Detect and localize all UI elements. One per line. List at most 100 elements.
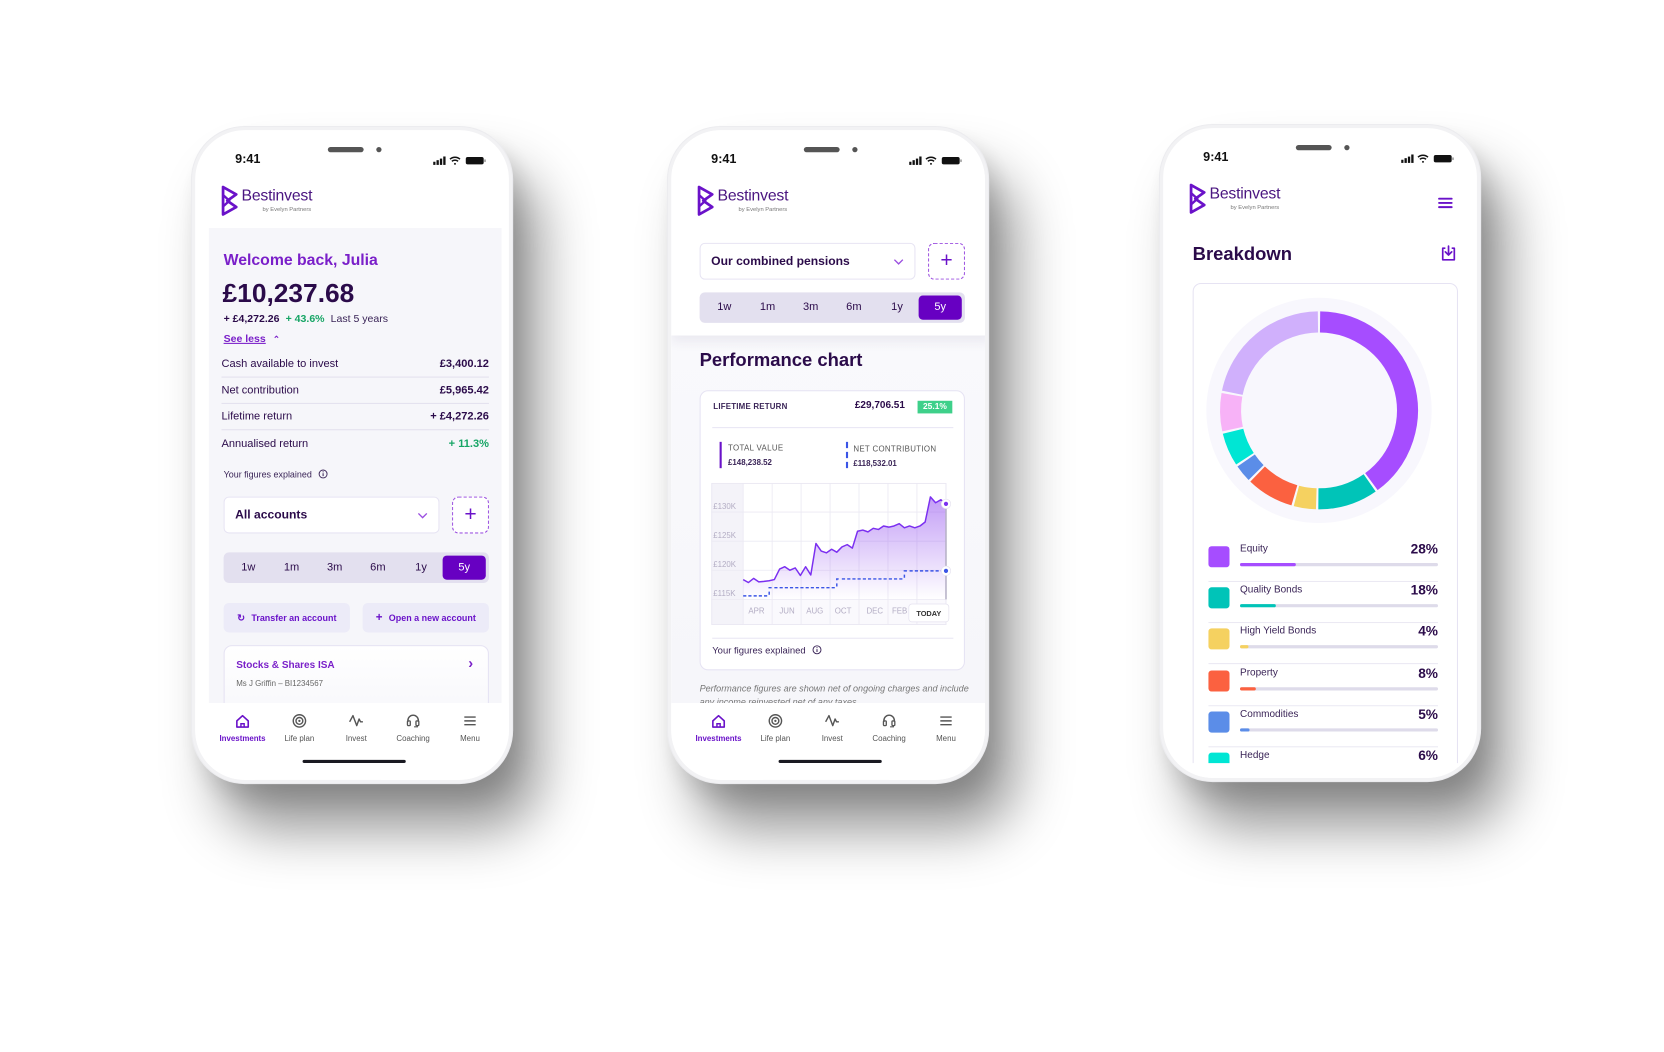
period-6m[interactable]: 6m: [832, 295, 875, 319]
donut-segment[interactable]: [1220, 392, 1243, 432]
speaker-notch: [327, 147, 364, 153]
add-account-button[interactable]: +: [452, 496, 489, 534]
download-button[interactable]: [1439, 244, 1458, 263]
battery-icon: [465, 157, 486, 165]
brand-logo[interactable]: Bestinvest by Evelyn Partners: [1188, 183, 1289, 217]
period-5y[interactable]: 5y: [442, 555, 486, 580]
chevron-down-icon: [893, 255, 904, 268]
nav-item-label: Invest: [345, 733, 367, 744]
home-icon: [689, 711, 748, 730]
change-amount: + £4,272.26: [223, 313, 280, 325]
pension-select[interactable]: Our combined pensions: [699, 242, 916, 280]
total-value-end-dot: [943, 501, 949, 506]
nav-item-label: Coaching: [872, 733, 906, 744]
donut-segment[interactable]: [1293, 485, 1317, 510]
brand-logo[interactable]: Bestinvest by Evelyn Partners: [220, 185, 321, 219]
legend-bar-fill: [1240, 686, 1256, 691]
period-1w[interactable]: 1w: [703, 295, 746, 319]
donut-segment[interactable]: [1222, 428, 1254, 465]
legend-label: Commodities: [1240, 708, 1299, 720]
transfer-account-label: Transfer an account: [251, 612, 337, 623]
target-icon: [270, 711, 329, 730]
legend-percent: 18%: [1410, 582, 1438, 598]
total-value-label: TOTAL VALUE: [728, 442, 784, 453]
figures-explained-link[interactable]: Your figures explained: [712, 644, 822, 658]
battery-icon: [941, 157, 962, 165]
legend-bar-fill: [1240, 563, 1296, 567]
net-contribution-legend-bar: [845, 441, 849, 469]
brand-logo[interactable]: Bestinvest by Evelyn Partners: [696, 185, 797, 219]
legend-row-equity[interactable]: Equity 28%: [1208, 541, 1438, 583]
home-icon: [213, 711, 272, 730]
download-icon: [1441, 245, 1456, 261]
legend-row-commodities[interactable]: Commodities 5%: [1208, 706, 1438, 748]
legend-label: Hedge: [1240, 749, 1270, 762]
legend-label: Equity: [1240, 543, 1268, 555]
period-1y[interactable]: 1y: [399, 556, 442, 580]
period-1w[interactable]: 1w: [227, 556, 270, 580]
x-tick-label: AUG: [806, 606, 823, 615]
period-3m[interactable]: 3m: [789, 295, 832, 319]
performance-chart[interactable]: £130K £125K £120K £115K APR JUN AUG OCT DEC FEB TO…: [711, 482, 953, 626]
legend-percent: 4%: [1418, 623, 1438, 640]
menu-icon: [1438, 197, 1453, 209]
open-account-button[interactable]: + Open a new account: [362, 602, 489, 633]
chevron-up-icon: ⌃: [272, 334, 280, 344]
nav-item-investments[interactable]: Investments: [689, 711, 748, 743]
legend-row-property[interactable]: Property 8%: [1208, 665, 1438, 706]
nav-item-menu[interactable]: Menu: [917, 711, 976, 743]
legend-row-high-yield-bonds[interactable]: High Yield Bonds 4%: [1208, 623, 1438, 665]
plus-icon: +: [375, 611, 383, 625]
legend-bar-track: [1240, 645, 1438, 649]
period-1m[interactable]: 1m: [270, 556, 313, 580]
nav-item-label: Investments: [219, 733, 266, 744]
phone-breakdown: 9:41 Bestinvest by Evelyn Partners Breakd…: [1160, 125, 1481, 782]
account-select[interactable]: All accounts: [223, 496, 440, 534]
plus-icon: +: [464, 502, 477, 527]
see-less-link[interactable]: See less ⌃: [224, 332, 280, 346]
breakdown-donut-chart[interactable]: [1205, 297, 1432, 524]
period-1y[interactable]: 1y: [875, 295, 918, 319]
hamburger-menu-button[interactable]: [1437, 196, 1454, 211]
account-card-title: Stocks & Shares ISA: [236, 659, 335, 672]
summary-row: Cash available to invest £3,400.12: [221, 351, 489, 378]
speaker-notch: [803, 147, 840, 153]
period-3m[interactable]: 3m: [313, 556, 356, 580]
phone-investments-overview: 9:41 Bestinvest by Evelyn Partners Welcom…: [192, 127, 513, 784]
x-tick-label: JUN: [779, 606, 795, 615]
brand-tagline: by Evelyn Partners: [738, 207, 788, 214]
summary-row-value: + £4,272.26: [430, 410, 489, 423]
home-indicator: [778, 759, 882, 764]
legend-color-swatch: [1208, 711, 1230, 733]
nav-item-menu[interactable]: Menu: [441, 711, 500, 743]
nav-item-coaching[interactable]: Coaching: [860, 711, 919, 743]
legend-row-quality-bonds[interactable]: Quality Bonds 18%: [1208, 582, 1438, 624]
nav-item-investments[interactable]: Investments: [213, 711, 272, 743]
summary-row-label: Net contribution: [221, 383, 299, 397]
nav-item-life-plan[interactable]: Life plan: [270, 711, 329, 743]
donut-segment[interactable]: [1237, 454, 1264, 480]
period-1m[interactable]: 1m: [746, 295, 789, 319]
nav-item-invest[interactable]: Invest: [327, 711, 386, 743]
transfer-account-button[interactable]: ↻ Transfer an account: [223, 602, 350, 633]
nav-item-invest[interactable]: Invest: [803, 711, 862, 743]
add-account-button[interactable]: +: [928, 242, 965, 280]
nav-item-label: Life plan: [760, 733, 791, 744]
legend-bar-fill: [1240, 604, 1276, 608]
period-5y[interactable]: 5y: [918, 295, 962, 320]
nav-item-life-plan[interactable]: Life plan: [746, 711, 805, 743]
nav-item-label: Invest: [821, 733, 843, 744]
account-card-subtitle: Ms J Griffin – BI1234567: [236, 678, 323, 689]
nav-item-coaching[interactable]: Coaching: [384, 711, 443, 743]
x-tick-label: OCT: [835, 606, 852, 615]
chevron-right-icon: ›: [468, 654, 474, 672]
bottom-nav: Investments Life plan Invest Coaching Menu: [671, 702, 985, 780]
menu-icon: [441, 711, 500, 730]
legend-label: High Yield Bonds: [1240, 625, 1317, 638]
legend-percent: 8%: [1418, 664, 1438, 681]
headset-icon: [860, 711, 919, 730]
figures-explained-link[interactable]: Your figures explained: [224, 468, 328, 482]
period-6m[interactable]: 6m: [356, 556, 399, 580]
x-tick-label-today: TODAY: [916, 609, 941, 618]
summary-row-value: £5,965.42: [439, 383, 489, 397]
